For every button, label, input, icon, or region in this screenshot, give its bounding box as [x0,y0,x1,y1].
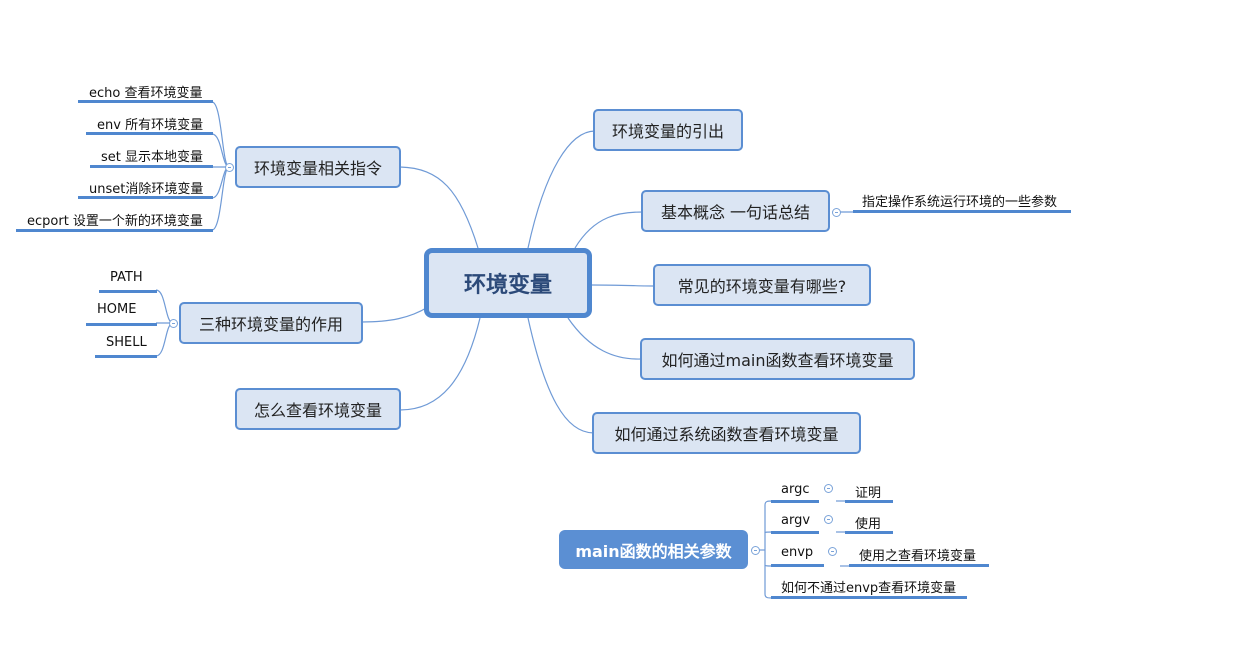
central-topic[interactable]: 环境变量 [424,248,592,318]
topic-system-function[interactable]: 如何通过系统函数查看环境变量 [592,412,861,454]
collapse-icon[interactable] [824,515,833,524]
topic-label: 三种环境变量的作用 [198,315,343,334]
topic-common-vars[interactable]: 常见的环境变量有哪些? [653,264,871,306]
leaf-underline [771,531,819,534]
topic-label: 环境变量的引出 [611,122,724,141]
topic-how-to-view[interactable]: 怎么查看环境变量 [235,388,401,430]
leaf-unset[interactable]: unset消除环境变量 [89,178,203,197]
leaf-usage[interactable]: 使用 [855,513,881,532]
connector [764,505,773,599]
connector [591,284,655,287]
leaf-underline [86,323,157,326]
collapse-icon[interactable] [828,547,837,556]
connector [211,101,230,168]
connector [211,166,230,199]
leaf-underline [771,564,824,567]
connector [527,130,596,249]
leaf-envp[interactable]: envp [781,545,813,560]
topic-label: main函数的相关参数 [575,541,732,561]
topic-label: 如何通过系统函数查看环境变量 [614,425,839,444]
leaf-underline [78,196,213,199]
collapse-icon[interactable] [824,484,833,493]
leaf-underline [90,165,213,168]
leaf-underline [853,210,1071,213]
leaf-echo[interactable]: echo 查看环境变量 [89,82,202,101]
floating-topic-main-params[interactable]: main函数的相关参数 [559,530,748,569]
leaf-proof[interactable]: 证明 [855,482,881,501]
topic-env-commands[interactable]: 环境变量相关指令 [235,146,401,188]
connector [567,317,643,360]
leaf-env[interactable]: env 所有环境变量 [97,114,203,133]
connector [399,166,479,249]
connector [574,211,644,249]
topic-label: 基本概念 一句话总结 [660,203,811,222]
leaf-underline [849,564,989,567]
topic-label: 怎么查看环境变量 [253,401,382,420]
leaf-argv[interactable]: argv [781,513,810,528]
collapse-icon[interactable] [751,546,760,555]
leaf-underline [99,290,157,293]
collapse-icon[interactable] [169,319,178,328]
topic-basic-concept[interactable]: 基本概念 一句话总结 [641,190,830,232]
leaf-underline [771,596,967,599]
topic-label: 环境变量相关指令 [253,159,382,178]
leaf-set[interactable]: set 显示本地变量 [101,146,203,165]
leaf-home[interactable]: HOME [97,302,136,317]
topic-label: 如何通过main函数查看环境变量 [661,351,894,370]
leaf-underline [845,500,893,503]
leaf-argc[interactable]: argc [781,482,809,497]
collapse-icon[interactable] [832,208,841,217]
leaf-ecport[interactable]: ecport 设置一个新的环境变量 [27,210,203,229]
leaf-underline [86,132,213,135]
topic-label: 常见的环境变量有哪些? [677,277,847,296]
leaf-path[interactable]: PATH [110,270,143,285]
connector [211,166,230,231]
connector [399,317,481,411]
topic-main-function[interactable]: 如何通过main函数查看环境变量 [640,338,915,380]
connector [211,133,230,168]
leaf-envp-usage[interactable]: 使用之查看环境变量 [859,545,976,564]
leaf-underline [95,355,157,358]
connector [527,317,595,434]
leaf-underline [771,500,819,503]
connector [155,322,174,357]
collapse-icon[interactable] [225,163,234,172]
topic-origin[interactable]: 环境变量的引出 [593,109,743,151]
connector [361,306,429,323]
leaf-shell[interactable]: SHELL [106,335,147,350]
central-topic-label: 环境变量 [463,273,552,298]
leaf-without-envp[interactable]: 如何不通过envp查看环境变量 [781,577,956,596]
leaf-underline [78,100,213,103]
connector [155,289,174,324]
leaf-definition[interactable]: 指定操作系统运行环境的一些参数 [862,191,1057,210]
leaf-underline [845,531,893,534]
leaf-underline [16,229,213,232]
topic-three-env-vars[interactable]: 三种环境变量的作用 [179,302,363,344]
